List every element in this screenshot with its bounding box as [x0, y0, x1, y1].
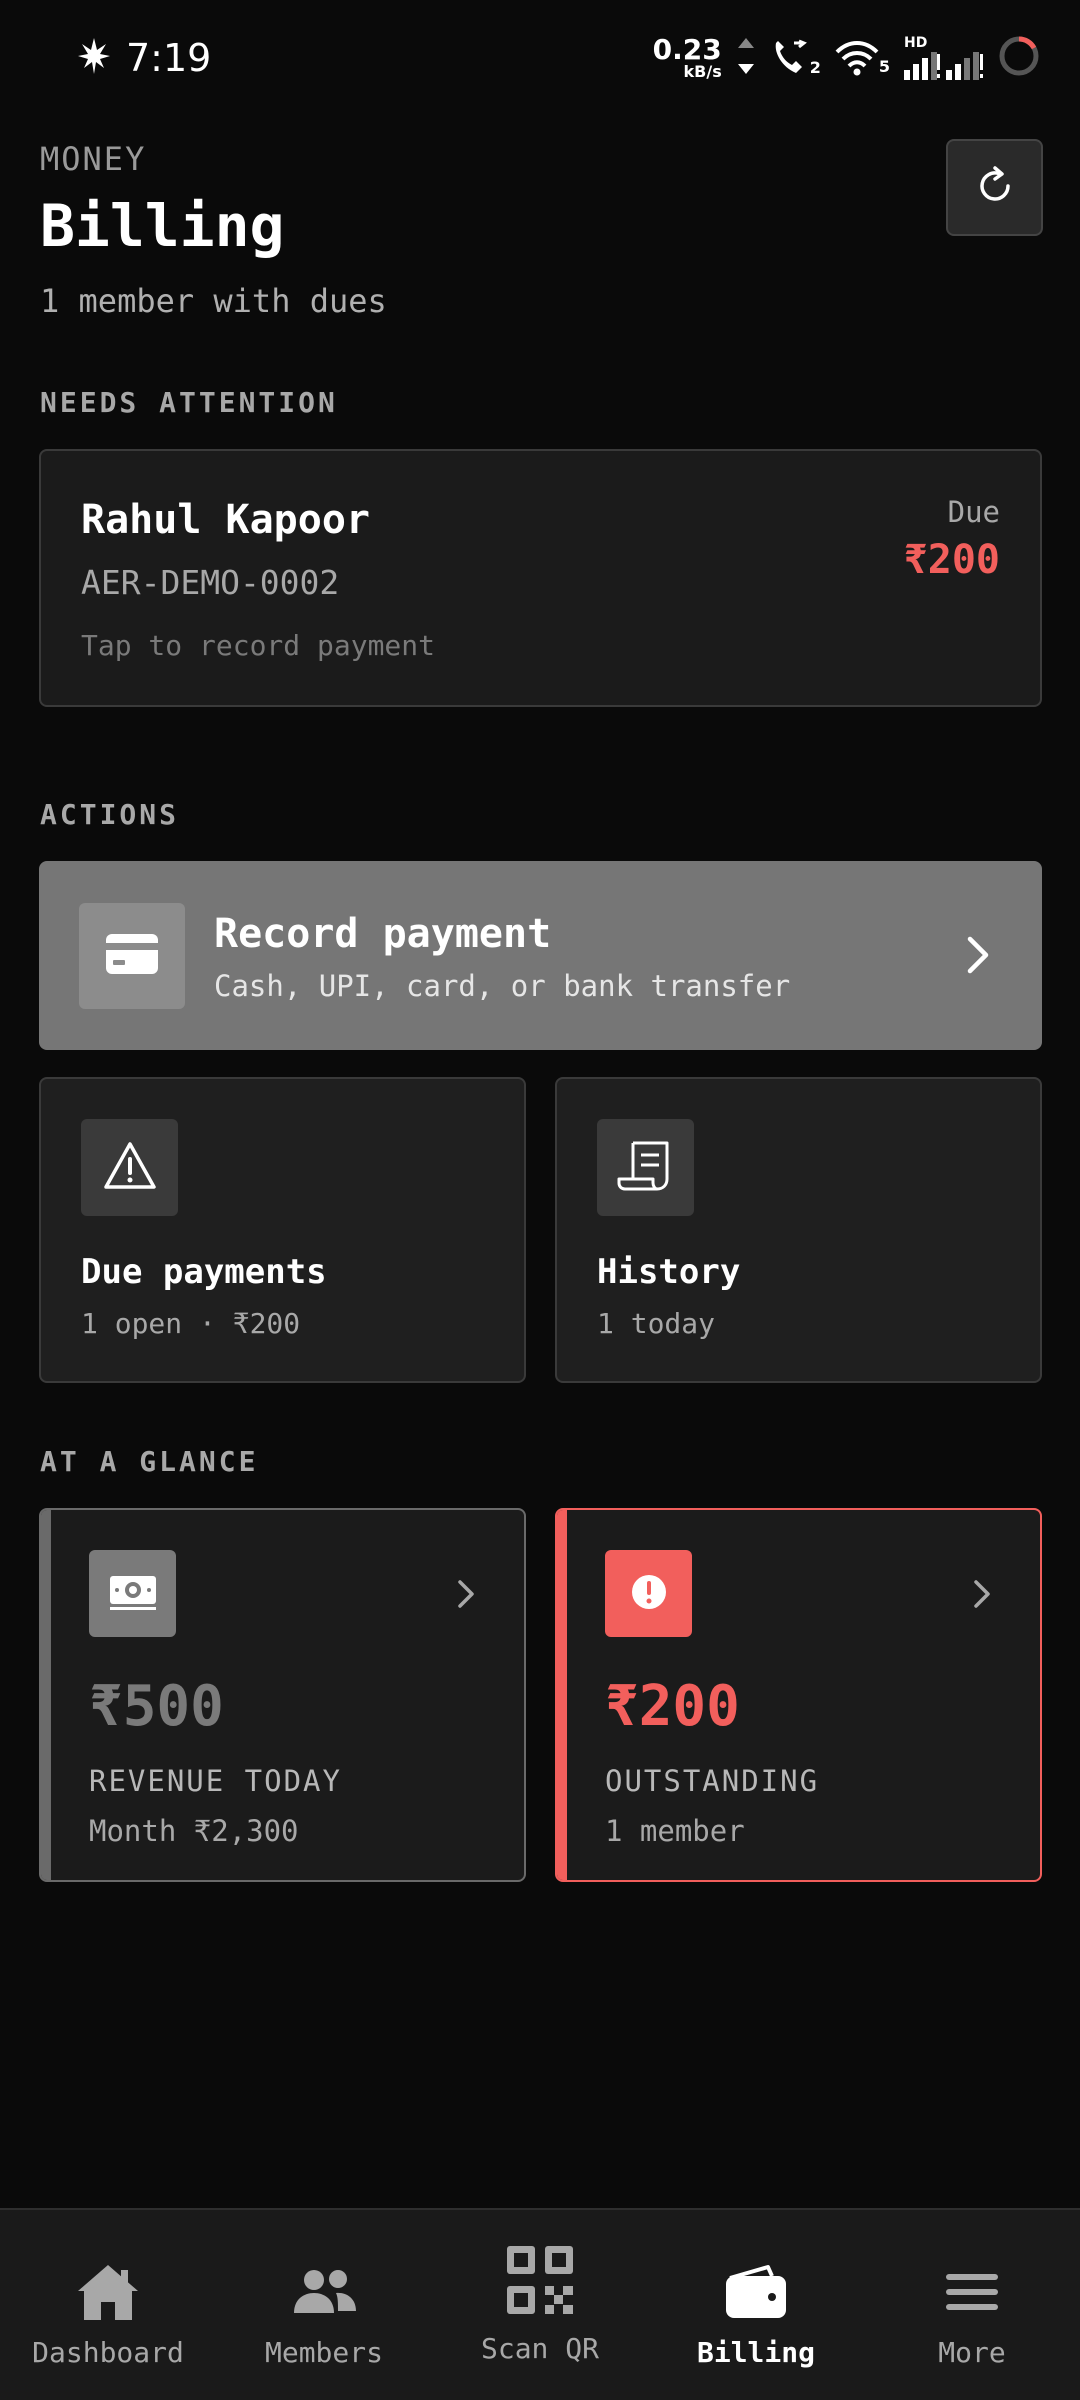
cash-icon-box — [89, 1550, 176, 1637]
bottom-nav: Dashboard Members Scan QR Billing More — [0, 2208, 1080, 2400]
revenue-today-card[interactable]: ₹500 REVENUE TODAY Month ₹2,300 — [39, 1508, 526, 1882]
wallet-icon — [724, 2260, 788, 2324]
outstanding-accent-bar — [557, 1510, 567, 1880]
call-icon: 2 — [770, 39, 821, 77]
member-name: Rahul Kapoor — [81, 497, 370, 543]
nav-label: More — [938, 2336, 1006, 2369]
status-bar: 7:19 0.23 kB/s 2 5 HD — [0, 0, 1080, 115]
page-eyebrow: MONEY — [40, 140, 147, 178]
history-title: History — [597, 1252, 741, 1292]
nav-item-more[interactable]: More — [864, 2210, 1080, 2400]
warning-icon — [103, 1141, 157, 1195]
revenue-amount: ₹500 — [89, 1674, 224, 1739]
due-member-card[interactable]: Rahul Kapoor AER-DEMO-0002 Tap to record… — [39, 449, 1042, 707]
member-code: AER-DEMO-0002 — [81, 563, 340, 602]
revenue-month: Month ₹2,300 — [89, 1814, 299, 1848]
due-label: Due — [947, 495, 1000, 529]
outstanding-card[interactable]: ₹200 OUTSTANDING 1 member — [555, 1508, 1042, 1882]
revenue-label: REVENUE TODAY — [89, 1764, 342, 1798]
due-payments-subtitle: 1 open · ₹200 — [81, 1307, 301, 1340]
chevron-right-icon — [972, 1578, 992, 1614]
page-header: MONEY Billing 1 member with dues — [40, 140, 387, 320]
refresh-icon — [975, 165, 1015, 210]
chevron-right-icon — [964, 933, 992, 981]
outstanding-label: OUTSTANDING — [605, 1764, 820, 1798]
record-payment-hint: Tap to record payment — [81, 629, 436, 662]
history-button[interactable]: History 1 today — [555, 1077, 1042, 1383]
record-payment-subtitle: Cash, UPI, card, or bank transfer — [214, 969, 791, 1003]
chevron-right-icon — [456, 1578, 476, 1614]
record-payment-button[interactable]: Record payment Cash, UPI, card, or bank … — [39, 861, 1042, 1050]
revenue-accent-bar — [41, 1510, 51, 1880]
section-label-needs-attention: NEEDS ATTENTION — [40, 386, 338, 419]
signal-icon: HD — [904, 36, 984, 80]
wifi-icon: 5 — [835, 40, 890, 76]
section-label-actions: ACTIONS — [40, 798, 180, 831]
credit-card-icon-box — [79, 903, 185, 1009]
nav-item-scan-qr[interactable]: Scan QR — [432, 2210, 648, 2400]
refresh-button[interactable] — [946, 139, 1043, 236]
wifi-badge: 5 — [878, 56, 890, 76]
due-payments-button[interactable]: Due payments 1 open · ₹200 — [39, 1077, 526, 1383]
hd-label: HD — [904, 34, 928, 51]
network-speed: 0.23 kB/s — [652, 32, 722, 81]
history-subtitle: 1 today — [597, 1307, 716, 1340]
nav-label: Dashboard — [32, 2336, 184, 2369]
credit-card-icon — [105, 933, 159, 979]
nav-label: Members — [264, 2336, 383, 2369]
alert-icon-box — [605, 1550, 692, 1637]
status-time: 7:19 — [126, 35, 212, 80]
leaf-icon — [76, 36, 112, 80]
nav-item-members[interactable]: Members — [216, 2210, 432, 2400]
page-subtitle: 1 member with dues — [40, 282, 387, 320]
cash-icon — [108, 1572, 158, 1616]
battery-ring-icon — [998, 35, 1040, 81]
due-amount: ₹200 — [903, 537, 1000, 583]
page-title: Billing — [40, 192, 285, 260]
alert-circle-icon — [629, 1572, 669, 1616]
outstanding-members: 1 member — [605, 1814, 745, 1848]
nav-item-billing[interactable]: Billing — [648, 2210, 864, 2400]
due-payments-title: Due payments — [81, 1252, 327, 1292]
section-label-at-a-glance: AT A GLANCE — [40, 1445, 259, 1478]
call-badge: 2 — [809, 57, 821, 77]
outstanding-amount: ₹200 — [605, 1674, 740, 1739]
data-arrows-icon — [736, 36, 756, 80]
users-icon — [290, 2260, 358, 2324]
record-payment-title: Record payment — [214, 911, 552, 957]
nav-label: Billing — [696, 2336, 815, 2369]
home-icon — [75, 2260, 141, 2324]
receipt-icon-box — [597, 1119, 694, 1216]
warning-icon-box — [81, 1119, 178, 1216]
nav-item-dashboard[interactable]: Dashboard — [0, 2210, 216, 2400]
receipt-icon — [617, 1139, 675, 1197]
nav-label: Scan QR — [480, 2332, 599, 2365]
qr-code-icon — [505, 2240, 575, 2320]
menu-icon — [944, 2260, 1000, 2324]
